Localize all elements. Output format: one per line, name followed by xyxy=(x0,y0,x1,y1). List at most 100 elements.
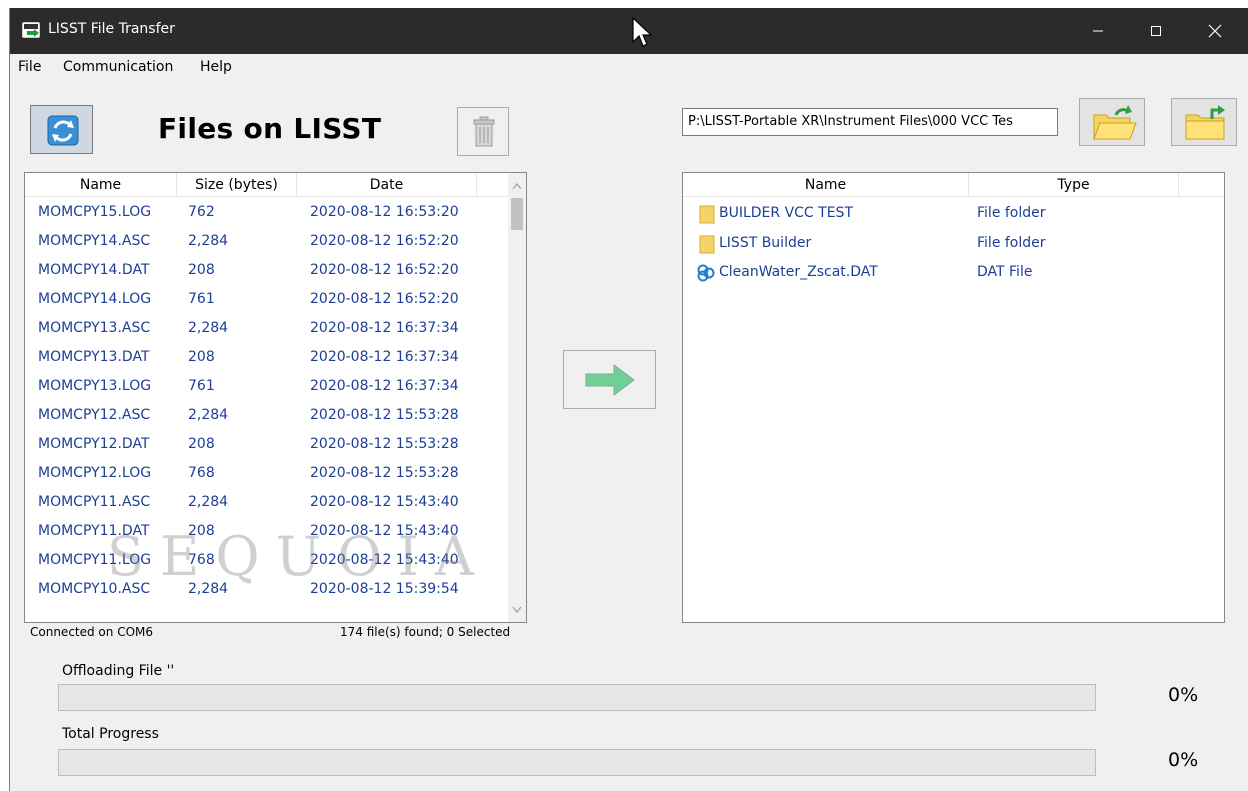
offloading-percent: 0% xyxy=(1168,684,1199,706)
table-row[interactable]: MOMCPY15.LOG 762 2020-08-12 16:53:20 xyxy=(25,201,508,228)
item-type: File folder xyxy=(977,205,1046,221)
close-button[interactable] xyxy=(1192,8,1238,54)
file-size: 761 xyxy=(188,291,215,307)
dat-file-icon xyxy=(697,264,715,282)
lisst-file-list[interactable]: Name Size (bytes) Date MOMCPY15.LOG 762 … xyxy=(24,172,527,623)
file-date: 2020-08-12 16:52:20 xyxy=(310,262,459,278)
open-folder-button[interactable] xyxy=(1079,98,1145,146)
destination-path-input[interactable]: P:\LISST-Portable XR\Instrument Files\00… xyxy=(682,108,1058,136)
menu-file[interactable]: File xyxy=(18,59,41,75)
file-date: 2020-08-12 16:52:20 xyxy=(310,233,459,249)
app-window: LISST File Transfer File Communication H… xyxy=(9,8,1248,791)
item-name: CleanWater_Zscat.DAT xyxy=(719,264,878,280)
file-name: MOMCPY11.ASC xyxy=(38,494,151,510)
folder-icon xyxy=(699,205,715,224)
offloading-progress-bar xyxy=(58,684,1096,711)
total-progress-label: Total Progress xyxy=(62,726,159,742)
column-header-type[interactable]: Type xyxy=(969,173,1179,197)
table-row[interactable]: MOMCPY11.ASC 2,284 2020-08-12 15:43:40 xyxy=(25,491,508,518)
files-on-lisst-title: Files on LISST xyxy=(158,112,382,145)
file-size: 208 xyxy=(188,349,215,365)
file-date: 2020-08-12 16:37:34 xyxy=(310,320,459,336)
file-date: 2020-08-12 15:53:28 xyxy=(310,465,459,481)
app-icon xyxy=(22,22,40,38)
total-percent: 0% xyxy=(1168,749,1199,771)
menu-help[interactable]: Help xyxy=(200,59,232,75)
menu-bar: File Communication Help xyxy=(10,54,1248,82)
table-row[interactable]: MOMCPY13.LOG 761 2020-08-12 16:37:34 xyxy=(25,375,508,402)
column-header-size[interactable]: Size (bytes) xyxy=(177,173,297,197)
file-size: 768 xyxy=(188,465,215,481)
file-name: MOMCPY12.LOG xyxy=(38,465,152,481)
file-name: MOMCPY13.LOG xyxy=(38,378,152,394)
file-name: MOMCPY12.ASC xyxy=(38,407,151,423)
file-size: 761 xyxy=(188,378,215,394)
item-name: BUILDER VCC TEST xyxy=(719,205,853,221)
scroll-down-icon[interactable] xyxy=(508,600,526,620)
item-name: LISST Builder xyxy=(719,235,812,251)
list-item[interactable]: LISST Builder File folder xyxy=(683,232,1224,259)
scroll-up-icon[interactable] xyxy=(508,177,526,197)
column-header-name[interactable]: Name xyxy=(25,173,177,197)
new-folder-icon xyxy=(1185,105,1225,140)
close-icon xyxy=(1208,24,1222,38)
file-name: MOMCPY14.ASC xyxy=(38,233,151,249)
list-scrollbar[interactable] xyxy=(508,173,526,622)
list-item[interactable]: BUILDER VCC TEST File folder xyxy=(683,202,1224,229)
file-date: 2020-08-12 16:37:34 xyxy=(310,378,459,394)
right-arrow-icon xyxy=(585,364,635,396)
file-size: 2,284 xyxy=(188,494,229,510)
scroll-thumb[interactable] xyxy=(511,198,523,230)
refresh-button[interactable] xyxy=(30,105,93,154)
column-header-date[interactable]: Date xyxy=(297,173,477,197)
file-name: MOMCPY14.LOG xyxy=(38,291,152,307)
connection-status: Connected on COM6 xyxy=(30,625,154,639)
file-date: 2020-08-12 16:37:34 xyxy=(310,349,459,365)
folder-icon xyxy=(699,235,715,254)
window-title: LISST File Transfer xyxy=(48,21,175,37)
file-date: 2020-08-12 15:53:28 xyxy=(310,407,459,423)
transfer-button[interactable] xyxy=(563,350,656,409)
minimize-button[interactable] xyxy=(1075,8,1121,54)
file-size: 762 xyxy=(188,204,215,220)
file-date: 2020-08-12 15:53:28 xyxy=(310,436,459,452)
file-count-status: 174 file(s) found; 0 Selected xyxy=(340,625,511,639)
table-row[interactable]: MOMCPY14.ASC 2,284 2020-08-12 16:52:20 xyxy=(25,230,508,257)
maximize-icon xyxy=(1151,26,1161,36)
file-name: MOMCPY13.ASC xyxy=(38,320,151,336)
open-folder-icon xyxy=(1093,105,1137,140)
file-name: MOMCPY15.LOG xyxy=(38,204,152,220)
sequoia-watermark: SEQUOIA xyxy=(107,525,490,588)
minimize-icon xyxy=(1093,30,1103,32)
refresh-icon xyxy=(47,115,79,146)
maximize-button[interactable] xyxy=(1133,8,1179,54)
column-header-name[interactable]: Name xyxy=(683,173,969,197)
list-item[interactable]: CleanWater_Zscat.DAT DAT File xyxy=(683,261,1224,288)
file-size: 2,284 xyxy=(188,407,229,423)
file-size: 208 xyxy=(188,262,215,278)
table-row[interactable]: MOMCPY13.DAT 208 2020-08-12 16:37:34 xyxy=(25,346,508,373)
table-row[interactable]: MOMCPY12.LOG 768 2020-08-12 15:53:28 xyxy=(25,462,508,489)
trash-icon xyxy=(473,116,495,147)
menu-communication[interactable]: Communication xyxy=(63,59,173,75)
file-name: MOMCPY13.DAT xyxy=(38,349,150,365)
table-row[interactable]: MOMCPY14.LOG 761 2020-08-12 16:52:20 xyxy=(25,288,508,315)
delete-button[interactable] xyxy=(457,107,509,156)
file-date: 2020-08-12 15:43:40 xyxy=(310,494,459,510)
table-row[interactable]: MOMCPY12.DAT 208 2020-08-12 15:53:28 xyxy=(25,433,508,460)
table-row[interactable]: MOMCPY14.DAT 208 2020-08-12 16:52:20 xyxy=(25,259,508,286)
table-row[interactable]: MOMCPY13.ASC 2,284 2020-08-12 16:37:34 xyxy=(25,317,508,344)
item-type: DAT File xyxy=(977,264,1033,280)
file-name: MOMCPY14.DAT xyxy=(38,262,150,278)
mouse-cursor-icon xyxy=(632,16,653,47)
item-type: File folder xyxy=(977,235,1046,251)
file-size: 2,284 xyxy=(188,233,229,249)
file-date: 2020-08-12 16:53:20 xyxy=(310,204,459,220)
new-folder-button[interactable] xyxy=(1171,98,1237,146)
list-header: Name Type xyxy=(683,173,1224,197)
table-row[interactable]: MOMCPY12.ASC 2,284 2020-08-12 15:53:28 xyxy=(25,404,508,431)
local-file-list[interactable]: Name Type BUILDER VCC TEST File folder L… xyxy=(682,172,1225,623)
file-size: 208 xyxy=(188,436,215,452)
total-progress-bar xyxy=(58,749,1096,776)
title-bar: LISST File Transfer xyxy=(10,8,1248,54)
